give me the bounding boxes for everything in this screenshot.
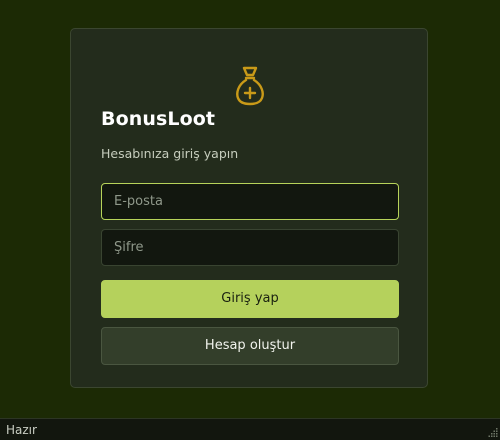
password-field[interactable] [101,229,399,266]
brand-title: BonusLoot [101,108,216,130]
create-account-button[interactable]: Hesap oluştur [101,327,399,365]
login-card: BonusLoot Hesabınıza giriş yapın Giriş y… [70,28,428,388]
resize-grip-icon[interactable] [488,428,498,438]
app-window: BonusLoot Hesabınıza giriş yapın Giriş y… [0,0,500,440]
login-button[interactable]: Giriş yap [101,280,399,318]
status-text: Hazır [6,423,37,437]
email-field[interactable] [101,183,399,220]
status-bar: Hazır [0,418,500,440]
money-bag-plus-icon [236,66,264,106]
login-subtitle: Hesabınıza giriş yapın [101,146,239,161]
